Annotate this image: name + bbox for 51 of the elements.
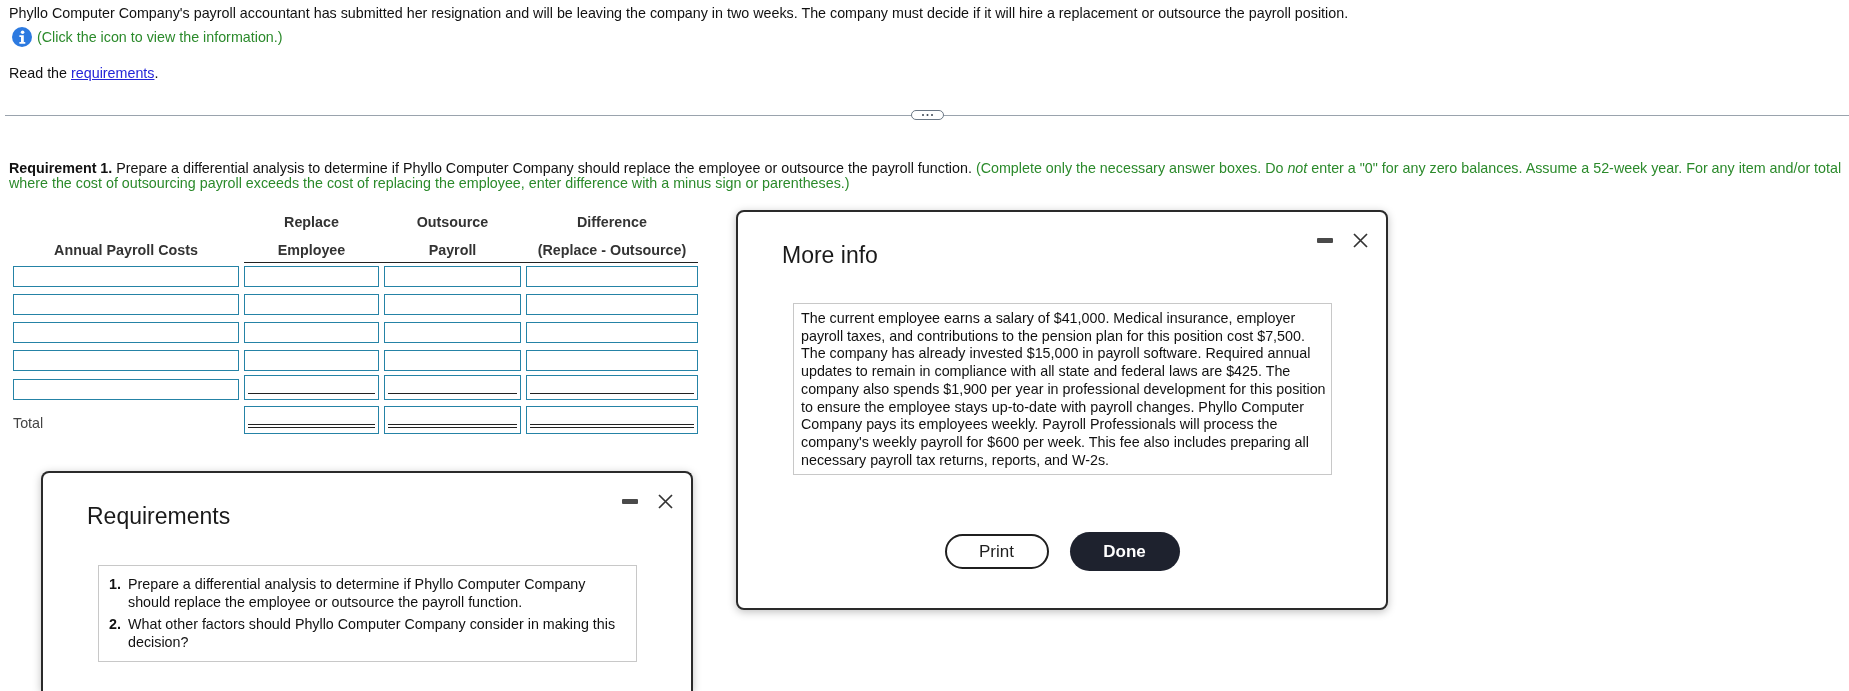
answer-field[interactable] <box>244 375 379 400</box>
dialog-title: Requirements <box>87 502 231 530</box>
answer-field[interactable] <box>384 375 521 400</box>
answer-field[interactable] <box>13 379 239 400</box>
dialog-title: More info <box>782 241 878 269</box>
close-icon[interactable] <box>1353 232 1368 248</box>
answer-field[interactable] <box>526 322 698 343</box>
answer-field[interactable] <box>13 266 239 287</box>
column-header: Payroll <box>428 242 477 259</box>
minimize-icon[interactable] <box>1317 237 1333 243</box>
info-panel: The current employee earns a salary of $41,000. Medical insurance, employer payroll taxes, and contributions to the pension plan for this position cost $7,500. The company has already invested $15,000 in payroll software. Required annual updates to remain in compliance with all state and federal laws are $425. The company also spends $1,900 per year in professional development for this position to ensure the employee stays up-to-date with payroll changes. Phyllo Computer Company pays its employees weekly. Payroll Professionals will process the company's weekly payroll for $600 per week. This fee also includes preparing all necessary payroll tax returns, reports, and W-2s. <box>793 303 1332 476</box>
answer-field[interactable] <box>526 406 698 434</box>
info-prompt: (Click the icon to view the information.) <box>37 28 283 46</box>
answer-field[interactable] <box>526 350 698 371</box>
list-number: 2. <box>109 616 122 634</box>
answer-field[interactable] <box>384 350 521 371</box>
answer-field[interactable] <box>384 406 521 434</box>
answer-field[interactable] <box>244 294 379 315</box>
list-number: 1. <box>109 576 122 594</box>
answer-field[interactable] <box>526 266 698 287</box>
column-header: (Replace - Outsource) <box>537 242 687 259</box>
requirement-text: Requirement 1. Prepare a differential analysis to determine if Phyllo Computer Company should replace the employee or outsource the payroll function. (Complete only the necessary answer boxes. Do not enter a "0" for any zero balances. Assume a 52-week year. For any item and/or total where the cost of outsourcing payroll exceeds the cost of replacing the employee, enter difference with a minus sign or parentheses.) <box>9 161 1843 191</box>
column-header: Annual Payroll Costs <box>54 242 198 259</box>
answer-field[interactable] <box>526 294 698 315</box>
answer-field[interactable] <box>244 406 379 434</box>
answer-field[interactable] <box>244 350 379 371</box>
requirement-item: What other factors should Phyllo Computer Company consider in making this decision? <box>128 616 617 651</box>
column-header: Outsource <box>416 214 489 231</box>
answer-field[interactable] <box>13 322 239 343</box>
answer-field[interactable] <box>13 350 239 371</box>
info-icon[interactable] <box>12 27 32 47</box>
ellipsis-button[interactable] <box>910 110 944 120</box>
requirement-item: Prepare a differential analysis to determine if Phyllo Computer Company should replace the employee or outsource the payroll function. <box>128 576 587 611</box>
answer-field[interactable] <box>384 294 521 315</box>
intro-text: Phyllo Computer Company's payroll accountant has submitted her resignation and will be leaving the company in two weeks. The company must decide if it will hire a replacement or outsource the payroll position. <box>9 5 1349 22</box>
answer-field[interactable] <box>384 266 521 287</box>
column-header: Replace <box>284 214 339 231</box>
requirements-link[interactable]: requirements <box>71 65 155 81</box>
done-button[interactable]: Done <box>1069 532 1180 572</box>
answer-field[interactable] <box>384 322 521 343</box>
column-header: Difference <box>577 214 647 231</box>
total-label: Total <box>13 415 44 433</box>
print-button[interactable]: Print <box>944 534 1049 570</box>
answer-field[interactable] <box>244 266 379 287</box>
answer-field[interactable] <box>13 294 239 315</box>
answer-field[interactable] <box>244 322 379 343</box>
column-header: Employee <box>277 242 346 259</box>
minimize-icon[interactable] <box>622 498 638 504</box>
close-icon[interactable] <box>658 493 673 509</box>
read-requirements-text: Read the requirements. <box>9 65 159 82</box>
answer-field[interactable] <box>526 375 698 400</box>
